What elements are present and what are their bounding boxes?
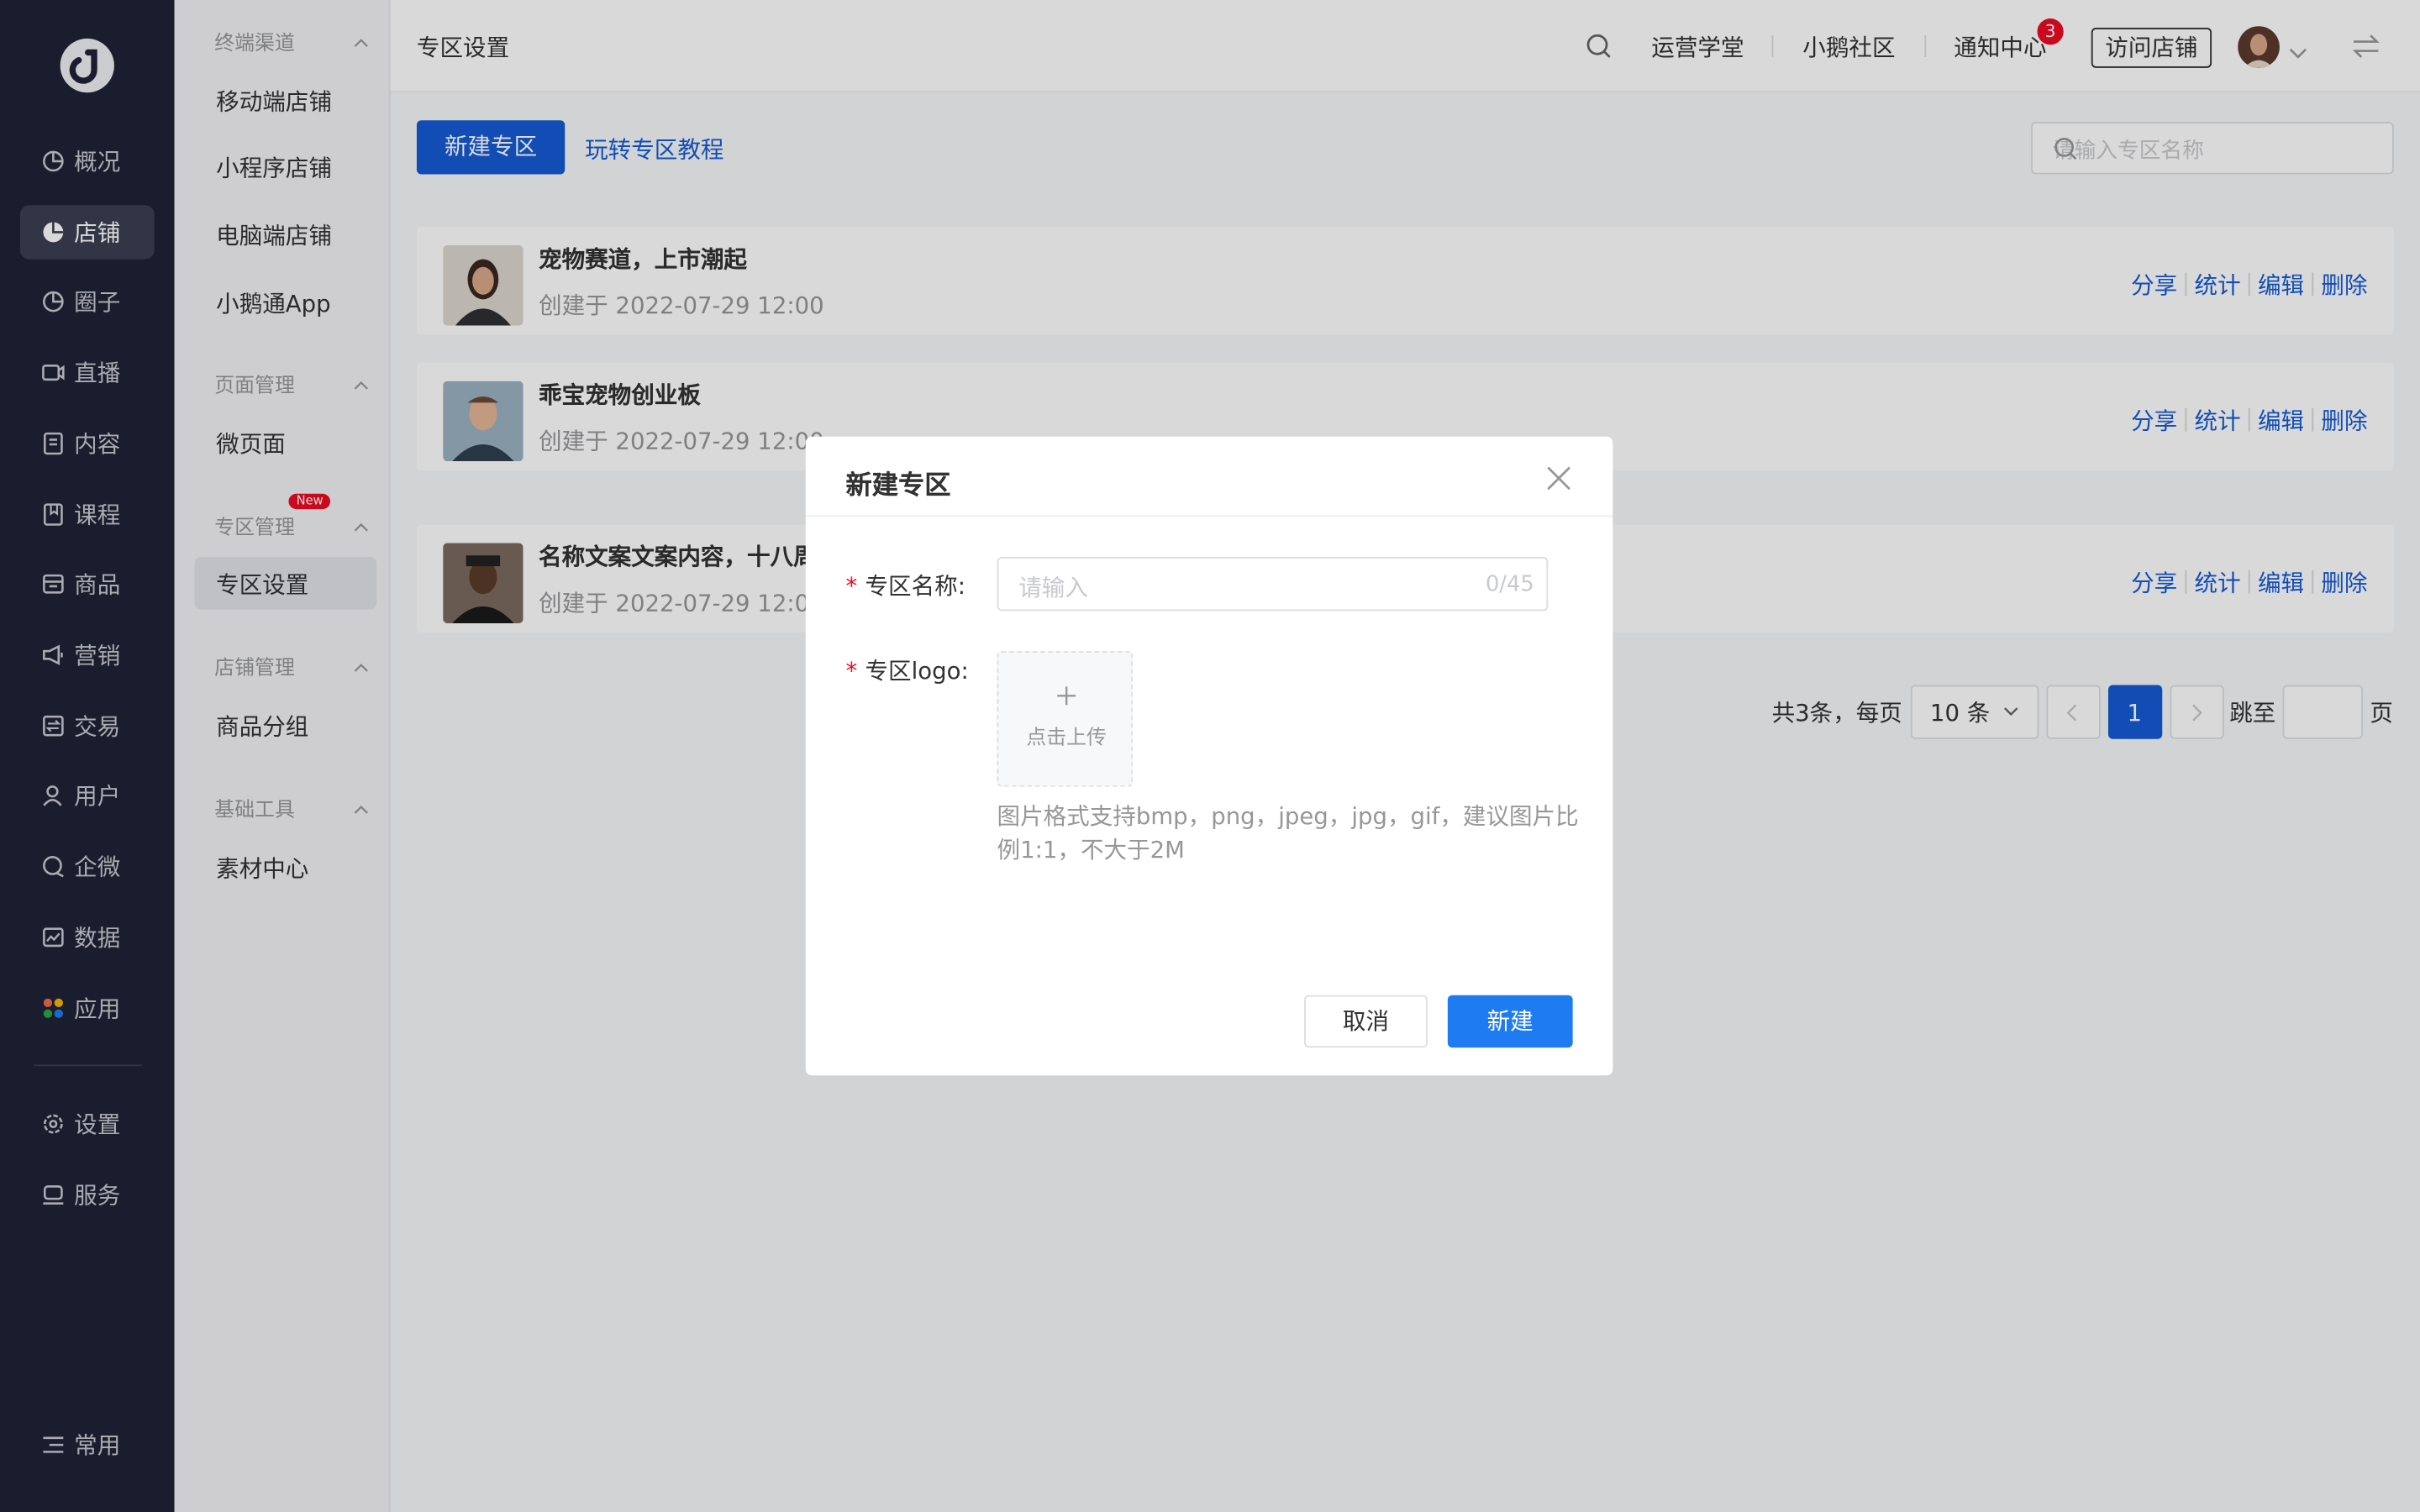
required-mark: * — [845, 657, 858, 685]
zone-name-input[interactable]: 请输入 0/45 — [997, 557, 1549, 612]
dialog-divider — [805, 515, 1613, 517]
close-icon[interactable] — [1542, 461, 1576, 495]
upload-text: 点击上传 — [1026, 727, 1107, 750]
plus-icon — [1054, 684, 1078, 708]
zone-name-label: * 专区名称: — [846, 570, 965, 602]
upload-hint: 图片格式支持bmp，png，jpeg，jpg，gif，建议图片比例1:1，不大于… — [997, 802, 1579, 864]
confirm-button[interactable]: 新建 — [1447, 995, 1573, 1048]
zone-name-placeholder: 请输入 — [1018, 574, 1088, 602]
zone-name-label-text: 专区名称: — [865, 572, 965, 601]
app-page: 概况 店铺 圈子 直播 内容 课程 商品 营销 交易 用户 企微 数据 应用 设置 服务 常用 终端渠道… — [0, 0, 2420, 1512]
logo-upload-button[interactable]: 点击上传 — [997, 651, 1134, 787]
dialog-title: 新建专区 — [845, 470, 951, 501]
char-counter: 0/45 — [1485, 572, 1534, 597]
cancel-button[interactable]: 取消 — [1304, 995, 1428, 1048]
zone-logo-label: * 专区logo: — [846, 654, 969, 687]
new-zone-dialog: 新建专区 * 专区名称: 请输入 0/45 * 专区logo: 点击上传 图片格式支… — [805, 436, 1613, 1076]
zone-logo-label-text: 专区logo: — [865, 657, 969, 685]
required-mark: * — [845, 572, 858, 601]
